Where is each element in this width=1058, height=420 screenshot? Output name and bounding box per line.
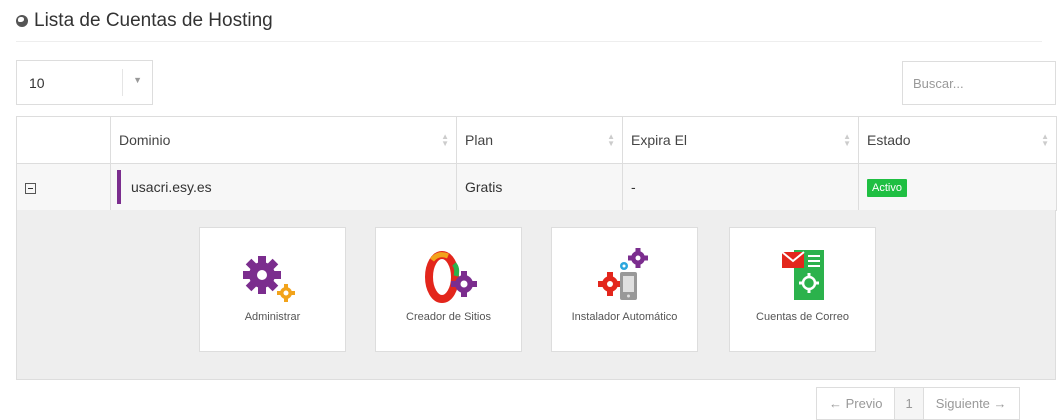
- column-header-toggle: [16, 116, 111, 164]
- sort-icon[interactable]: ▲ ▼: [441, 133, 449, 148]
- auto-installer-icon: [552, 246, 697, 304]
- row-toggle-cell[interactable]: [16, 163, 111, 211]
- chevron-down-icon: ▼: [133, 75, 142, 85]
- cuentas-de-correo-button[interactable]: Cuentas de Correo: [729, 227, 876, 352]
- status-cell: Activo: [858, 163, 1057, 211]
- title-divider: [16, 41, 1042, 42]
- email-accounts-icon: [730, 246, 875, 304]
- sort-icon[interactable]: ▲ ▼: [607, 133, 615, 148]
- action-label: Instalador Automático: [571, 311, 678, 323]
- select-separator: [122, 69, 123, 96]
- site-builder-icon: [376, 246, 521, 304]
- page-length-select[interactable]: 10 ▼: [16, 60, 153, 105]
- page-number-button[interactable]: 1: [894, 388, 924, 419]
- expires-cell: -: [622, 163, 859, 211]
- column-label: Expira El: [631, 132, 688, 148]
- sort-icon[interactable]: ▲ ▼: [843, 133, 851, 148]
- column-label: Plan: [465, 132, 494, 148]
- hosting-accounts-table: Dominio ▲ ▼ Plan ▲ ▼ Expira El ▲ ▼ Estado ▲ ▼ us…: [16, 116, 1057, 211]
- instalador-automatico-button[interactable]: Instalador Automático: [551, 227, 698, 352]
- creador-de-sitios-button[interactable]: Creador de Sitios: [375, 227, 522, 352]
- page-title: Lista de Cuentas de Hosting: [34, 10, 273, 31]
- previous-page-button[interactable]: ← Previo: [817, 388, 895, 419]
- pagination: ← Previo 1 Siguiente →: [816, 387, 1020, 420]
- column-label: Estado: [867, 132, 911, 148]
- action-label: Cuentas de Correo: [756, 311, 849, 323]
- column-header-estado[interactable]: Estado ▲ ▼: [858, 116, 1057, 164]
- column-header-expira[interactable]: Expira El ▲ ▼: [622, 116, 859, 164]
- action-label: Creador de Sitios: [406, 311, 491, 323]
- column-header-plan[interactable]: Plan ▲ ▼: [456, 116, 623, 164]
- sort-icon[interactable]: ▲ ▼: [1041, 133, 1049, 148]
- status-badge: Activo: [867, 178, 907, 197]
- search-input[interactable]: [902, 61, 1056, 105]
- table-header-row: Dominio ▲ ▼ Plan ▲ ▼ Expira El ▲ ▼ Estado ▲ ▼: [16, 116, 1057, 164]
- action-label: Administrar: [244, 311, 301, 323]
- domain-text: usacri.esy.es: [131, 179, 212, 195]
- next-page-button[interactable]: Siguiente →: [923, 388, 1019, 419]
- column-header-dominio[interactable]: Dominio ▲ ▼: [110, 116, 457, 164]
- page-length-value: 10: [29, 74, 45, 91]
- collapse-icon[interactable]: [25, 182, 36, 194]
- page-header: Lista de Cuentas de Hosting: [16, 8, 273, 34]
- gears-icon: [200, 246, 345, 304]
- domain-cell: usacri.esy.es: [110, 163, 457, 211]
- table-row[interactable]: usacri.esy.es Gratis - Activo: [16, 163, 1057, 211]
- globe-icon: [16, 15, 28, 27]
- plan-cell: Gratis: [456, 163, 623, 211]
- row-actions-panel: Administrar Creador de Sitios Instalador…: [16, 210, 1056, 380]
- administrar-button[interactable]: Administrar: [199, 227, 346, 352]
- column-label: Dominio: [119, 132, 171, 148]
- domain-accent-bar: [117, 170, 121, 204]
